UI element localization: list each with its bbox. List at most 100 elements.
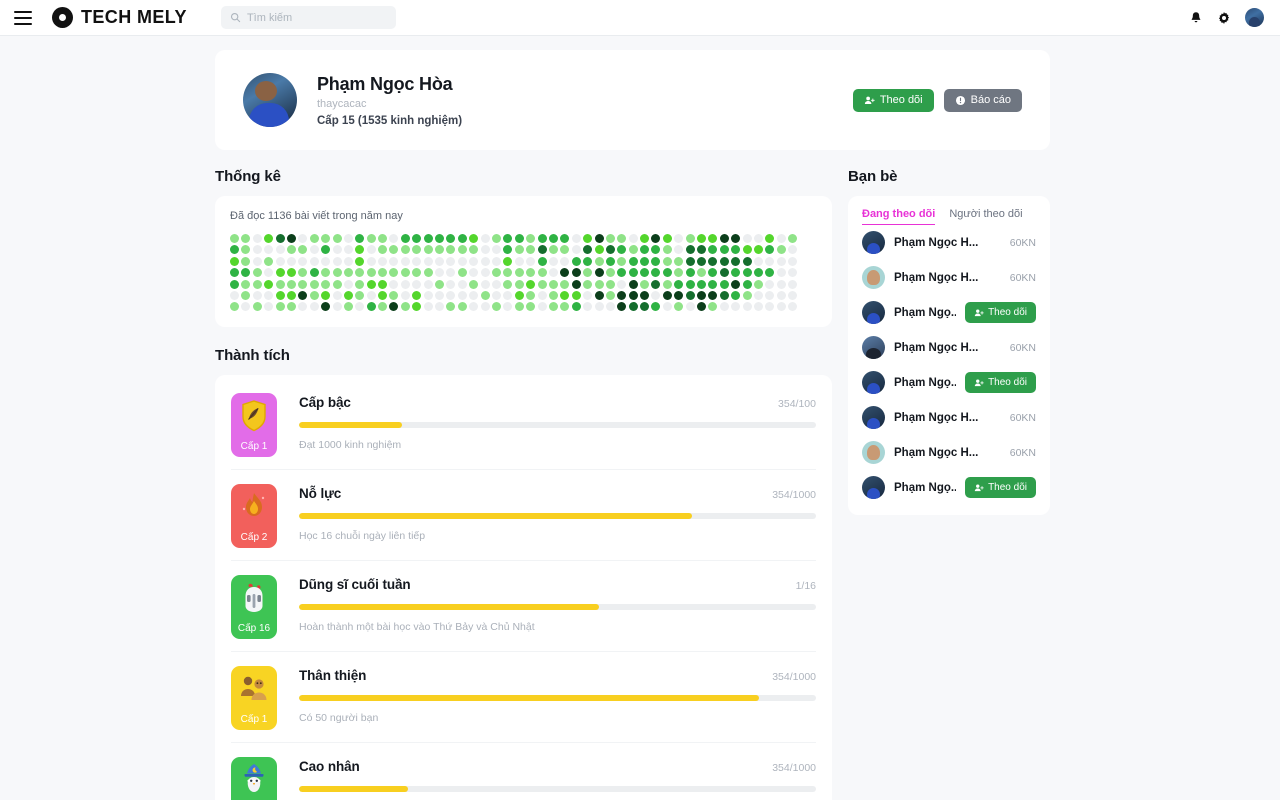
heatmap-cell [332,256,342,266]
achievement-badge[interactable]: Cấp 1 [231,666,277,731]
achievement-badge[interactable]: Cấp 2 [231,484,277,549]
bell-icon[interactable] [1189,11,1203,25]
heatmap-cell [537,268,547,278]
friend-list-item[interactable]: Phạm Ngọ... Theo dõi [860,470,1038,505]
heatmap-cell [469,279,479,289]
friends-tab[interactable]: Đang theo dõi [862,208,936,225]
stats-section-title: Thống kê [215,168,281,185]
heatmap-cell [366,268,376,278]
heatmap-cell [332,234,342,243]
heatmap-cell [719,256,729,266]
profile-avatar[interactable] [243,73,297,127]
friend-list-item[interactable]: Phạm Ngọ... Theo dõi [860,295,1038,330]
heatmap-cell [469,234,479,243]
heatmap-cell [275,290,285,300]
heatmap-cell [526,279,536,289]
heatmap-cell [560,256,570,266]
search-placeholder: Tìm kiếm [246,11,293,24]
heatmap-cell [742,245,752,255]
heatmap-cell [548,234,558,243]
heatmap-cell [560,279,570,289]
friends-section-title: Bạn bè [848,168,898,185]
heatmap-cell [389,279,399,289]
heatmap-cell [275,234,285,243]
heatmap-cell [230,290,239,300]
report-button[interactable]: Báo cáo [943,88,1022,112]
friend-list-item[interactable]: Phạm Ngọc H... 60KN [860,330,1038,365]
heatmap-cell [469,256,479,266]
heatmap-cell [252,245,262,255]
friends-tab[interactable]: Người theo dõi [949,208,1022,225]
user-avatar[interactable] [1245,8,1264,27]
heatmap-cell [355,302,365,312]
info-circle-icon [955,95,965,105]
heatmap-cell [583,234,593,243]
heatmap-cell [332,302,342,312]
heatmap-cell [469,268,479,278]
heatmap-cell [708,279,718,289]
heatmap-cell [685,290,695,300]
heatmap-cell [321,256,331,266]
heatmap-cell [275,279,285,289]
heatmap-cell [651,279,661,289]
heatmap-cell [423,256,433,266]
heatmap-cell [697,290,707,300]
achievement-progress-fill [299,695,760,702]
gear-icon[interactable] [1217,11,1231,25]
heatmap-cell [685,256,695,266]
heatmap-cell [332,268,342,278]
friend-follow-button[interactable]: Theo dõi [965,372,1036,393]
heatmap-cell [685,302,695,312]
friend-follow-button[interactable]: Theo dõi [965,302,1036,323]
friend-name: Phạm Ngọ... [894,376,957,389]
heatmap-cell [788,290,798,300]
friend-list-item[interactable]: Phạm Ngọc H... 60KN [860,435,1038,470]
heatmap-cell [765,279,775,289]
friend-follow-label: Theo dõi [988,377,1027,388]
heatmap-cell [526,290,536,300]
content-columns: Thống kê Đã đọc 1136 bài viết trong năm … [215,168,1280,800]
friends-card: Đang theo dõi Người theo dõi Phạm Ngọc H.… [848,196,1050,515]
heatmap-cell [776,245,786,255]
heatmap-cell [321,245,331,255]
heatmap-cell [628,302,638,312]
helmet-icon [245,584,263,613]
friend-list-item[interactable]: Phạm Ngọ... Theo dõi [860,365,1038,400]
heatmap-cell [309,256,319,266]
friend-avatar [862,231,885,254]
heatmap-cell [241,268,251,278]
friend-list-item[interactable]: Phạm Ngọc H... 60KN [860,260,1038,295]
friend-list-item[interactable]: Phạm Ngọc H... 60KN [860,225,1038,260]
heatmap-cell [378,234,388,243]
friend-follow-button[interactable]: Theo dõi [965,477,1036,498]
heatmap-cell [697,245,707,255]
friend-avatar [862,476,885,499]
heatmap-cell [469,245,479,255]
heatmap-cell [537,256,547,266]
heatmap-cell [503,302,513,312]
friend-list-item[interactable]: Phạm Ngọc H... 60KN [860,400,1038,435]
heatmap-cell [241,302,251,312]
heatmap-cell [446,268,456,278]
heatmap-cell [594,302,604,312]
heatmap-cell [662,302,672,312]
achievement-badge[interactable]: Cấp 3 [231,757,277,800]
heatmap-cell [765,268,775,278]
heatmap-cell [719,279,729,289]
friend-xp: 60KN [1009,236,1036,249]
search-input[interactable]: Tìm kiếm [220,6,396,29]
achievement-badge[interactable]: Cấp 1 [231,393,277,458]
heatmap-cell [457,234,467,243]
heatmap-cell [469,290,479,300]
achievement-header: Cao nhân 354/1000 [299,759,816,774]
follow-button[interactable]: Theo dõi [852,88,934,112]
achievement-badge[interactable]: Cấp 16 [231,575,277,640]
hamburger-menu-icon[interactable] [14,7,36,29]
heatmap-cell [355,290,365,300]
heatmap-cell [537,234,547,243]
heatmap-cell [435,268,445,278]
heatmap-cell [742,256,752,266]
heatmap-cell [742,302,752,312]
brand-logo-link[interactable]: TECH MELY [52,7,187,28]
heatmap-cell [446,302,456,312]
